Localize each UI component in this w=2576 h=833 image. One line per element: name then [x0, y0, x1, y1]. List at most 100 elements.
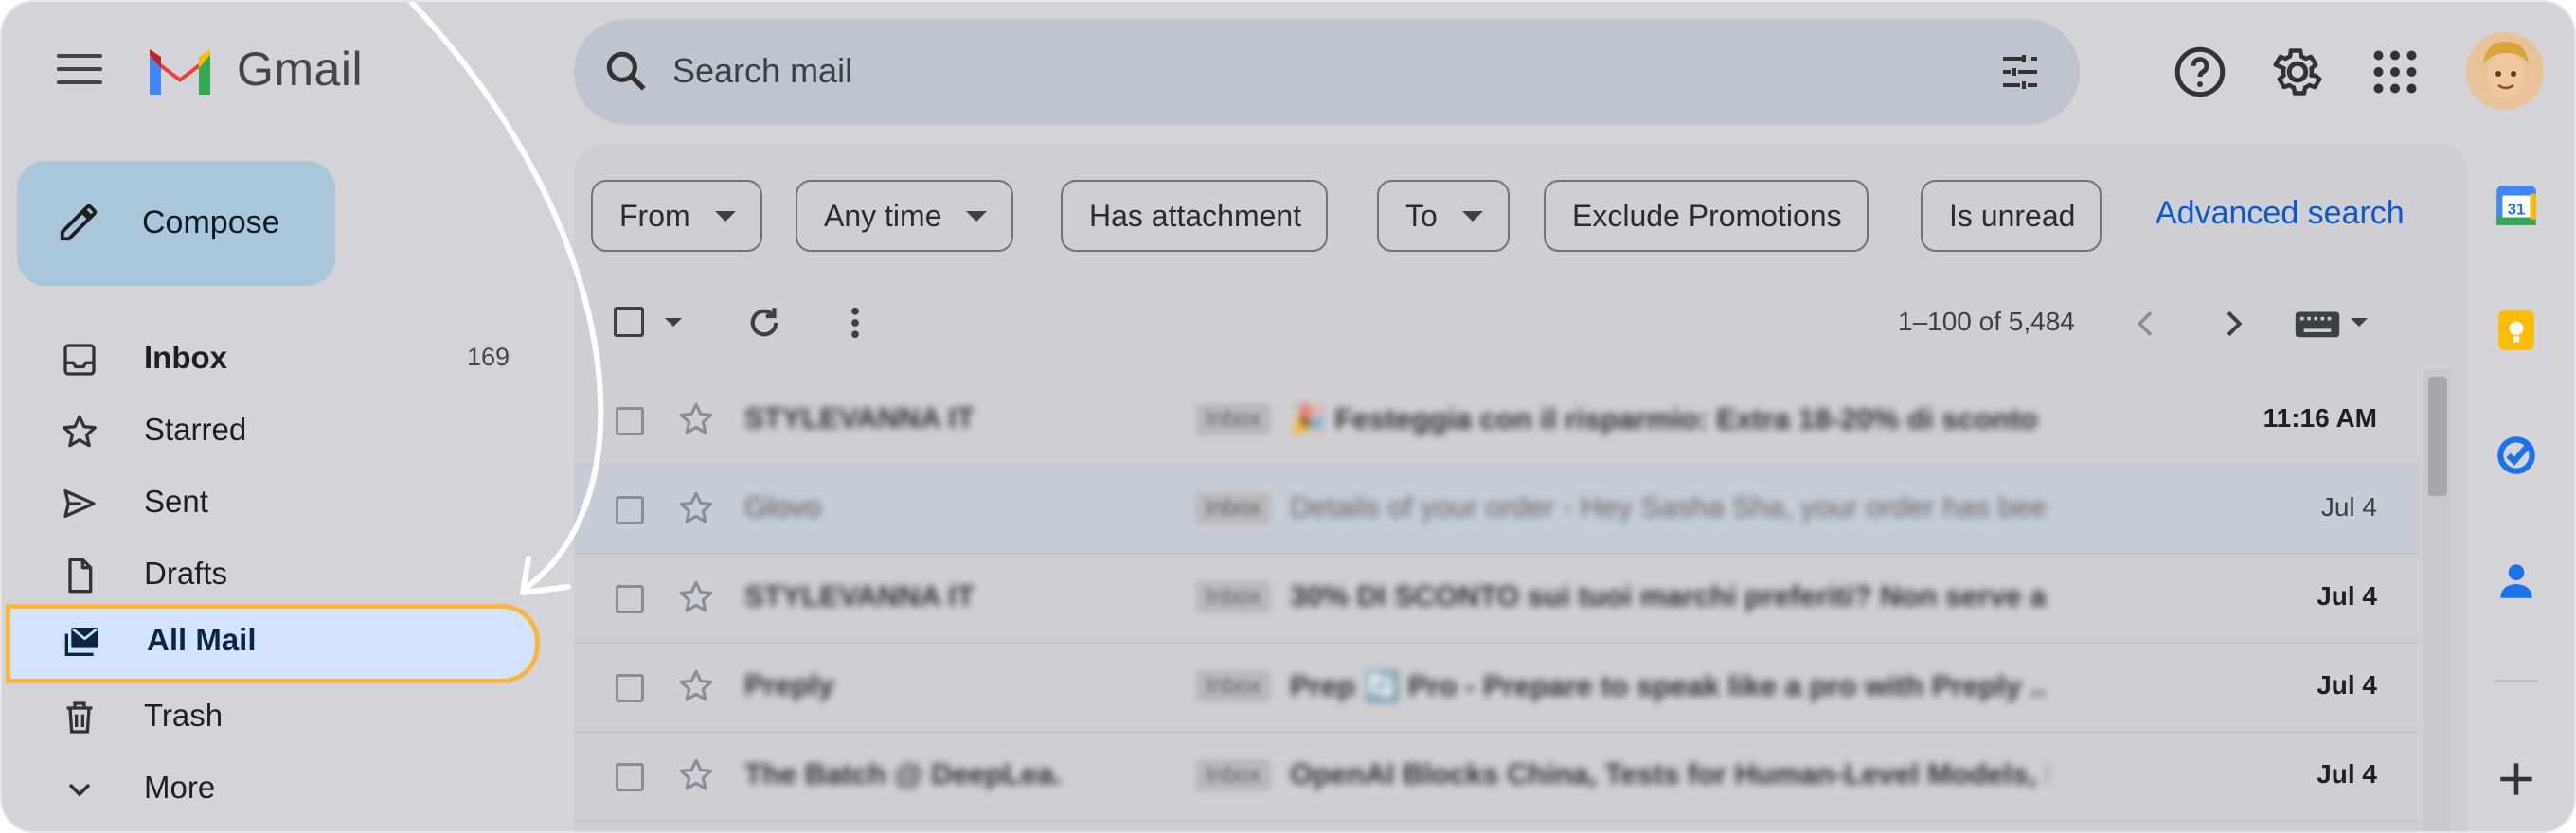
email-subject: 30% DI SCONTO sui tuoi marchi preferiti?… [1290, 579, 2048, 612]
compose-label: Compose [142, 204, 280, 240]
caret-down-icon[interactable] [2351, 318, 2368, 327]
row-checkbox[interactable] [616, 407, 644, 435]
sidebar-item-label: Trash [144, 698, 224, 733]
email-label-badge: Inbox [1195, 670, 1271, 702]
sidebar-item-more[interactable]: More [2, 752, 542, 824]
side-panel-divider [2495, 680, 2538, 682]
inbox-icon [63, 344, 96, 376]
email-label-badge: Inbox [1195, 759, 1271, 791]
email-row[interactable]: STYLEVANNA IT Inbox 30% DI SCONTO sui tu… [574, 555, 2419, 644]
draft-icon [68, 558, 93, 594]
email-date: Jul 4 [2317, 759, 2377, 789]
send-icon [63, 489, 96, 518]
chip-label: To [1405, 199, 1438, 233]
sidebar-item-starred[interactable]: Starred [2, 394, 542, 466]
chevron-down-icon [68, 783, 91, 797]
email-sender: STYLEVANNA IT [744, 401, 975, 434]
email-sender: The Batch @ DeepLea. [744, 757, 1063, 790]
sidebar-item-label: Drafts [144, 556, 228, 591]
calendar-icon[interactable]: 31 [2493, 182, 2540, 229]
row-checkbox[interactable] [616, 763, 644, 791]
filter-chip-to[interactable]: To [1377, 180, 1510, 252]
chevron-left-icon[interactable] [2127, 305, 2165, 343]
gmail-logo-icon[interactable] [144, 44, 216, 97]
email-sender: Glovo [744, 490, 821, 523]
chip-label: Any time [824, 199, 942, 233]
keep-icon[interactable] [2493, 307, 2540, 354]
email-row[interactable]: The Batch @ DeepLea. Inbox OpenAI Blocks… [574, 733, 2419, 822]
email-date: Jul 4 [2317, 670, 2377, 700]
row-checkbox[interactable] [616, 585, 644, 613]
filter-chip-any-time[interactable]: Any time [796, 180, 1014, 252]
search-bar[interactable]: Search mail [574, 19, 2080, 125]
gmail-window: Gmail Compose Inbox 169 Starred Sent Dra… [0, 0, 2576, 833]
search-icon[interactable] [602, 47, 650, 95]
caret-down-icon[interactable] [665, 318, 682, 327]
apps-grid-icon[interactable] [2367, 44, 2424, 100]
email-sender: STYLEVANNA IT [744, 579, 975, 612]
sidebar-item-label: Sent [144, 484, 208, 519]
avatar[interactable] [2466, 32, 2544, 110]
calendar-day: 31 [2508, 200, 2526, 218]
hamburger-menu-icon[interactable] [57, 54, 102, 90]
star-icon[interactable] [676, 666, 716, 706]
email-row[interactable]: STYLEVANNA IT Inbox 🎉 Festeggia con il r… [574, 377, 2419, 466]
sidebar-item-drafts[interactable]: Drafts [2, 538, 542, 610]
more-vert-icon[interactable] [835, 303, 875, 343]
page-count: 1–100 of 5,484 [1898, 307, 2075, 336]
sidebar-item-all-mail[interactable]: All Mail [6, 604, 540, 683]
email-label-badge: Inbox [1195, 581, 1271, 613]
caret-down-icon [714, 211, 736, 222]
row-checkbox[interactable] [616, 496, 644, 524]
tune-icon[interactable] [1996, 49, 2044, 95]
chevron-right-icon[interactable] [2214, 305, 2252, 343]
email-row[interactable]: Glovo Inbox Details of your order - Hey … [574, 466, 2419, 555]
memoji-avatar-icon [2466, 32, 2544, 110]
star-icon[interactable] [676, 399, 716, 439]
chip-label: Is unread [1949, 199, 2076, 233]
caret-down-icon [1461, 211, 1483, 222]
gmail-logo-text: Gmail [237, 43, 364, 96]
help-icon[interactable] [2172, 44, 2228, 100]
advanced-search-link[interactable]: Advanced search [2156, 195, 2405, 232]
select-all-checkbox-icon[interactable] [614, 307, 644, 337]
filter-chip-has-attachment[interactable]: Has attachment [1061, 180, 1329, 252]
email-label-badge: Inbox [1195, 492, 1271, 524]
add-icon[interactable] [2493, 755, 2540, 803]
filter-chip-from[interactable]: From [591, 180, 762, 252]
keyboard-icon[interactable] [2294, 307, 2341, 341]
row-checkbox[interactable] [616, 674, 644, 702]
inbox-count: 169 [466, 343, 510, 371]
star-icon[interactable] [676, 577, 716, 617]
contacts-icon[interactable] [2493, 557, 2540, 604]
email-row[interactable]: Preply Inbox Prep 🔄 Pro - Prepare to spe… [574, 644, 2419, 733]
email-date: Jul 4 [2320, 492, 2377, 522]
email-subject: OpenAI Blocks China, Tests for Human-Lev… [1290, 757, 2048, 790]
sidebar-item-sent[interactable]: Sent [2, 466, 542, 538]
compose-button[interactable]: Compose [17, 161, 335, 286]
all-mail-icon [64, 628, 98, 656]
search-input[interactable]: Search mail [672, 51, 852, 91]
sidebar-item-label: Inbox [144, 340, 227, 375]
star-icon[interactable] [676, 488, 716, 528]
chip-label: Exclude Promotions [1572, 199, 1842, 233]
sidebar-item-trash[interactable]: Trash [2, 680, 542, 752]
email-subject: Details of your order - Hey Sasha Sha, y… [1290, 490, 2048, 523]
sidebar-item-inbox[interactable]: Inbox 169 [2, 322, 542, 394]
trash-icon [66, 701, 93, 734]
sidebar-item-label: More [144, 770, 216, 805]
email-date: 11:16 AM [2263, 403, 2377, 433]
star-icon[interactable] [676, 755, 716, 795]
email-subject: Prep 🔄 Pro - Prepare to speak like a pro… [1290, 669, 2048, 702]
star-icon [63, 415, 97, 448]
filter-chip-is-unread[interactable]: Is unread [1921, 180, 2102, 252]
tasks-icon[interactable] [2493, 432, 2540, 479]
scrollbar-thumb[interactable] [2428, 377, 2447, 496]
gear-icon[interactable] [2269, 44, 2326, 100]
email-date: Jul 4 [2317, 581, 2377, 611]
chip-label: From [619, 199, 690, 233]
email-label-badge: Inbox [1195, 403, 1271, 435]
filter-chip-exclude-promotions[interactable]: Exclude Promotions [1544, 180, 1869, 252]
refresh-icon[interactable] [744, 303, 784, 343]
sidebar-item-label: All Mail [147, 622, 257, 657]
